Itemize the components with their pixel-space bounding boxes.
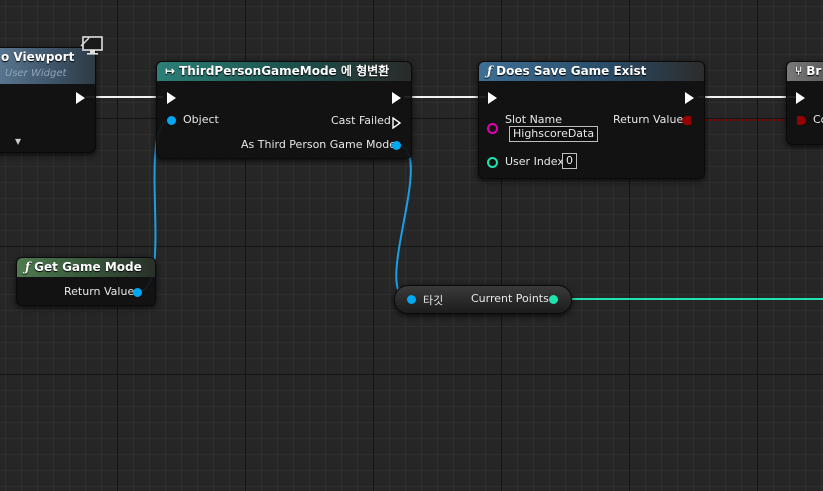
add-to-viewport-subtitle: User Widget [5, 68, 67, 79]
get-game-mode-title: Get Game Mode [34, 260, 142, 274]
target-pin[interactable] [407, 295, 416, 304]
cast-node-header[interactable]: ↦ ThirdPersonGameMode 에 형변환 [157, 62, 411, 81]
exec-out-pin[interactable] [685, 92, 694, 104]
slot-name-pin[interactable] [487, 123, 498, 134]
object-pin-label: Object [183, 113, 219, 126]
cast-node-title: ThirdPersonGameMode 에 형변환 [179, 64, 390, 78]
branch-header[interactable]: ⑂ Br [787, 62, 823, 81]
target-label: 타깃 [423, 294, 444, 307]
get-game-mode-node[interactable]: ƒ Get Game Mode Return Value [16, 257, 156, 306]
object-wire-cast-to-target [395, 144, 412, 300]
does-save-game-exist-node[interactable]: ƒ Does Save Game Exist Slot Name Highscor… [478, 61, 705, 179]
cast-icon: ↦ [165, 64, 176, 78]
does-save-game-exist-title: Does Save Game Exist [496, 64, 647, 78]
exec-in-pin[interactable] [796, 92, 805, 104]
user-index-pin[interactable] [487, 157, 498, 168]
cast-failed-label: Cast Failed [331, 114, 391, 127]
condition-pin[interactable] [797, 116, 806, 125]
exec-in-pin[interactable] [488, 92, 497, 104]
exec-in-pin[interactable] [167, 92, 176, 104]
add-to-viewport-node[interactable]: o Viewport User Widget ▾ [0, 47, 96, 153]
function-icon: ƒ [25, 260, 31, 274]
current-points-pin[interactable] [549, 295, 558, 304]
user-index-label: User Index [505, 155, 564, 168]
return-value-label: Return Value [64, 285, 135, 298]
object-pin[interactable] [167, 116, 176, 125]
get-game-mode-header[interactable]: ƒ Get Game Mode [17, 258, 155, 277]
add-to-viewport-title: o Viewport [1, 50, 75, 64]
branch-icon: ⑂ [795, 64, 803, 78]
get-current-points-node[interactable]: 타깃 Current Points [394, 285, 572, 314]
return-value-pin[interactable] [133, 288, 142, 297]
exec-out-pin[interactable] [76, 92, 85, 104]
exec-out-pin[interactable] [392, 92, 401, 104]
does-save-game-exist-header[interactable]: ƒ Does Save Game Exist [479, 62, 704, 81]
as-third-person-game-mode-label: As Third Person Game Mode [241, 138, 396, 151]
function-icon: ƒ [487, 64, 493, 78]
return-value-label: Return Value [613, 113, 684, 126]
branch-title: Br [806, 64, 822, 78]
monitor-icon [80, 36, 103, 56]
current-points-label: Current Points [471, 292, 549, 305]
return-value-pin[interactable] [682, 116, 691, 125]
slot-name-input[interactable]: HighscoreData [509, 126, 599, 142]
user-index-input[interactable]: 0 [562, 153, 577, 169]
chevron-down-icon[interactable]: ▾ [15, 134, 21, 148]
cast-to-thirdpersongamemode-node[interactable]: ↦ ThirdPersonGameMode 에 형변환 Object Cast F… [156, 61, 412, 159]
condition-label: Co [813, 113, 823, 126]
slot-name-label: Slot Name [505, 113, 563, 126]
as-third-person-game-mode-pin[interactable] [392, 141, 401, 150]
branch-node[interactable]: ⑂Br Co [786, 61, 823, 145]
cast-failed-pin[interactable] [392, 114, 402, 133]
